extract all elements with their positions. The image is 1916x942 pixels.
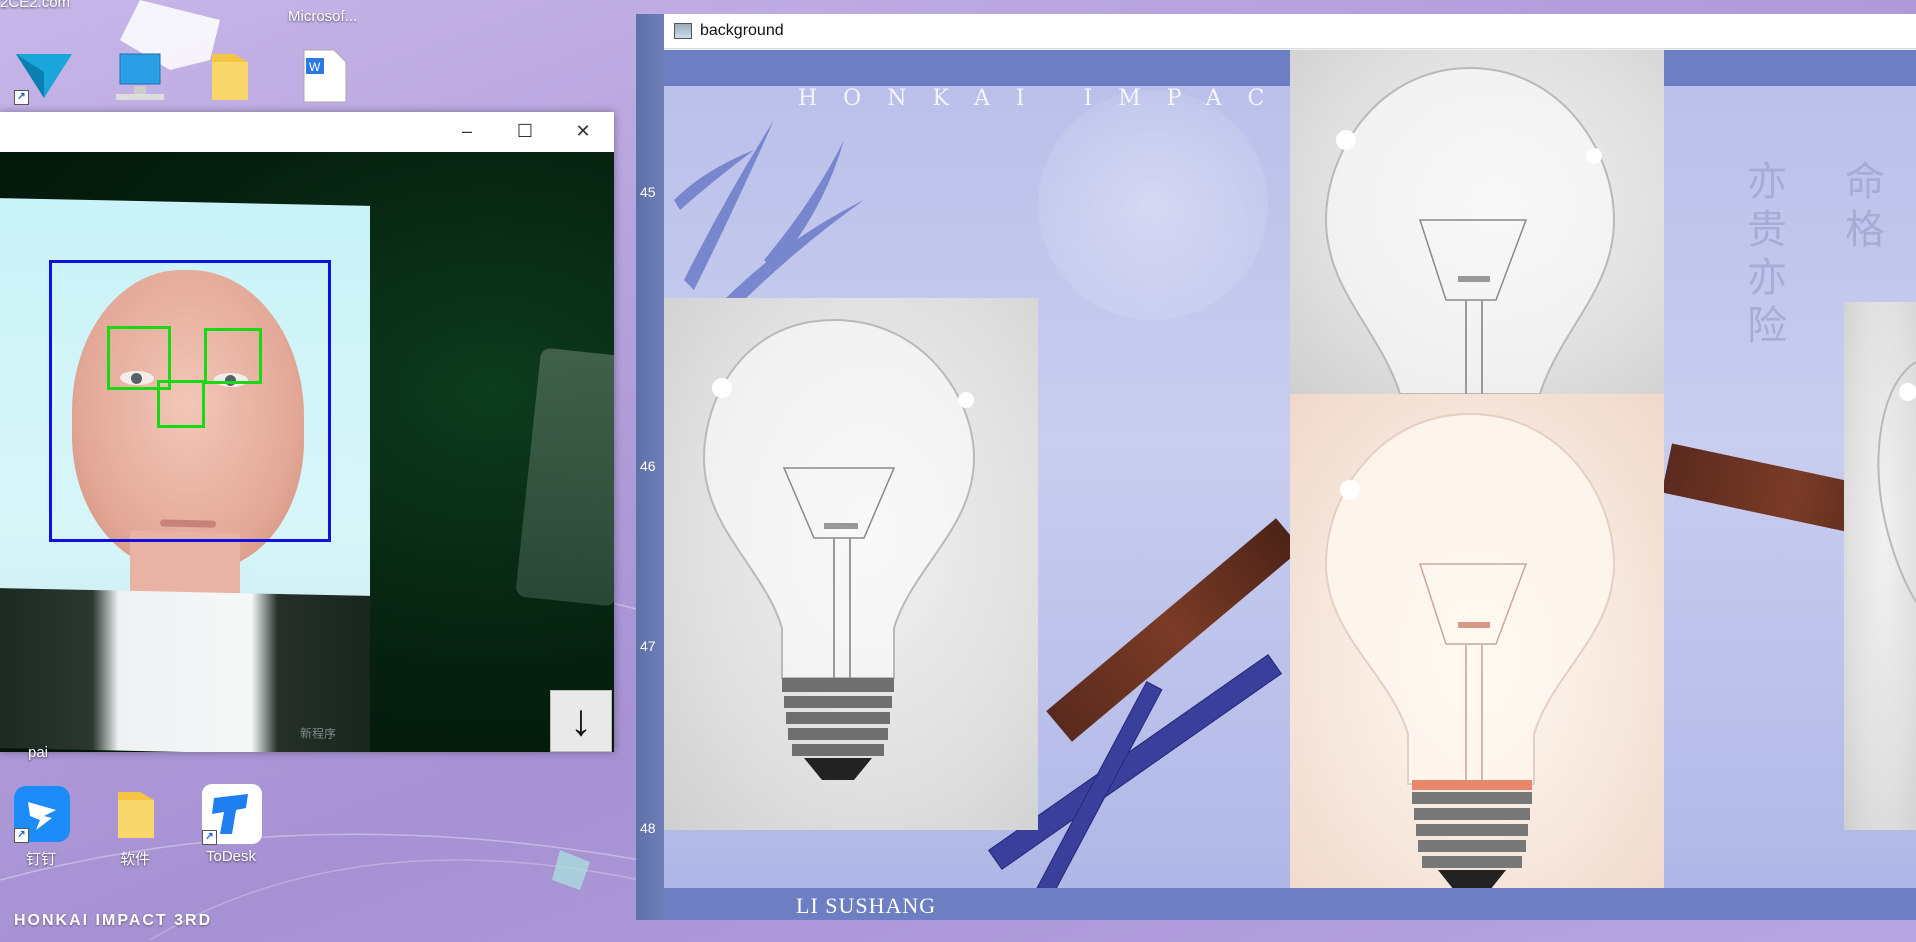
row-number: 45 <box>640 184 656 200</box>
dingtalk-icon[interactable]: ↗ <box>14 786 70 847</box>
maximize-button[interactable]: ☐ <box>496 112 554 150</box>
camera-window: – ☐ ✕ 新程序 ↓ <box>0 112 614 752</box>
calligraphy-text: 命格 <box>1838 160 1884 256</box>
camera-feed: 新程序 ↓ <box>0 152 614 752</box>
photo-watermark: 新程序 <box>300 726 337 742</box>
wallpaper-brand: HONKAI IMPACT 3RD <box>14 912 213 929</box>
desktop-icon-label: Microsof... <box>288 8 358 25</box>
app-launcher-icon[interactable]: ↗ <box>14 50 74 107</box>
desktop-icon-label: 2CE2.com <box>0 0 71 11</box>
eye-detection-box-right <box>204 328 262 384</box>
minimize-button[interactable]: – <box>438 112 496 150</box>
row-number: 46 <box>640 458 656 474</box>
nose-detection-box <box>157 380 205 428</box>
calligraphy-text: 亦贵亦险 <box>1740 160 1786 352</box>
folder-icon[interactable] <box>114 786 158 847</box>
word-document-icon[interactable]: W <box>302 48 348 109</box>
this-pc-icon[interactable] <box>112 48 168 109</box>
bamboo-decoration <box>674 120 864 310</box>
bulb-image-on <box>1290 394 1664 920</box>
row-number: 48 <box>640 820 656 836</box>
background-titlebar[interactable]: background <box>664 14 1916 49</box>
row-number: 47 <box>640 638 656 654</box>
desktop-icon-label: ToDesk <box>206 848 257 865</box>
camera-titlebar[interactable]: – ☐ ✕ <box>0 112 614 150</box>
footer-text: LI SUSHANG <box>796 893 937 918</box>
id-card-image <box>515 347 614 607</box>
svg-text:W: W <box>309 60 321 74</box>
scroll-down-button[interactable]: ↓ <box>550 690 612 752</box>
bulb-image-partial <box>1844 302 1916 830</box>
window-title: background <box>700 22 784 39</box>
todesk-icon[interactable]: ↗ <box>202 784 262 849</box>
window-app-icon <box>674 23 692 39</box>
desktop-icon-label: pai <box>28 744 49 761</box>
bulb-image-off <box>664 298 1038 830</box>
desktop-icon-label: 钉钉 <box>26 851 57 868</box>
background-canvas: HONKAI IMPACT 亦贵亦险 命格 LI SUSHANG <box>664 50 1916 920</box>
desktop-icon-label: 软件 <box>120 851 151 868</box>
folder-icon[interactable] <box>208 48 252 109</box>
row-number-strip: 45 46 47 48 <box>636 14 664 920</box>
bulb-image-off-top <box>1290 50 1664 394</box>
close-button[interactable]: ✕ <box>554 112 612 150</box>
background-window: background HONKAI IMPACT 亦贵亦险 命格 LI SUSH… <box>664 14 1916 920</box>
